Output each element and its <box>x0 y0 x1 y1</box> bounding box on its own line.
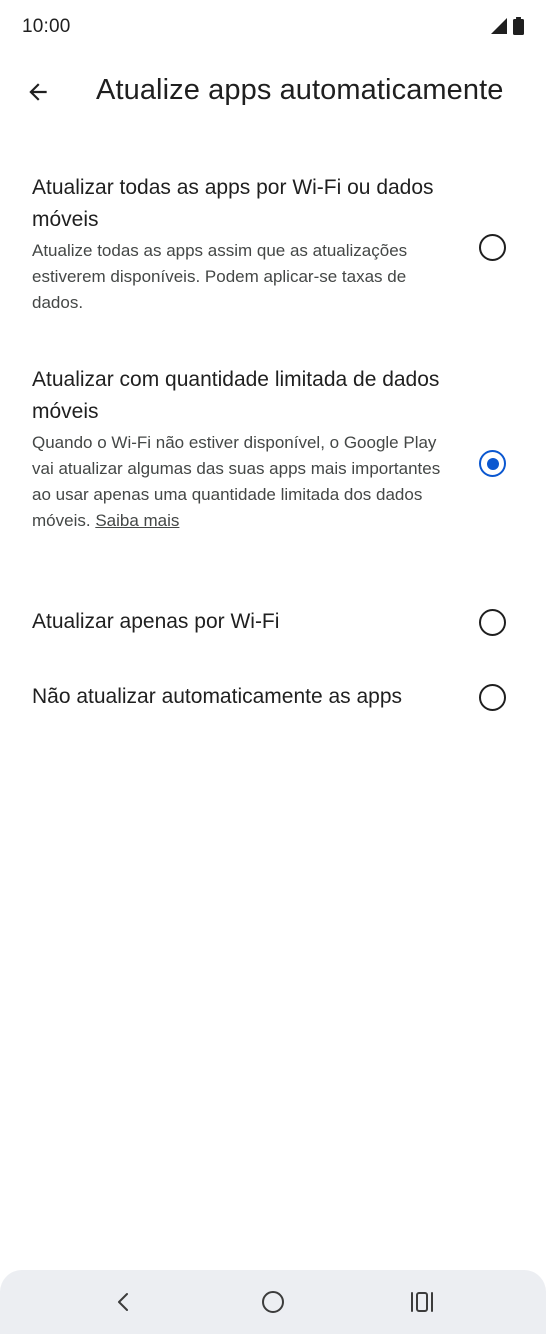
status-bar: 10:00 <box>0 0 546 56</box>
back-chevron-icon <box>118 1293 128 1311</box>
status-time: 10:00 <box>22 16 71 37</box>
back-button[interactable] <box>16 70 60 114</box>
option-title: Atualizar com quantidade limitada de dad… <box>32 368 440 423</box>
navigation-bar <box>0 1270 546 1334</box>
battery-icon <box>513 17 524 35</box>
radio-update-limited[interactable] <box>479 450 506 477</box>
learn-more-link[interactable]: Saiba mais <box>95 511 179 530</box>
recents-icon <box>411 1292 433 1312</box>
page-title: Atualize apps automaticamente <box>96 74 504 106</box>
option-description-text: Quando o Wi-Fi não estiver disponível, o… <box>32 433 441 530</box>
nav-back-button[interactable] <box>103 1282 143 1322</box>
radio-no-auto-update[interactable] <box>479 684 506 711</box>
nav-home-button[interactable] <box>253 1282 293 1322</box>
option-title: Não atualizar automaticamente as apps <box>32 685 403 708</box>
option-title: Atualizar todas as apps por Wi-Fi ou dad… <box>32 176 434 231</box>
option-description: Atualize todas as apps assim que as atua… <box>32 241 408 312</box>
option-update-limited-mobile-data[interactable]: Atualizar com quantidade limitada de dad… <box>0 364 546 564</box>
app-bar: Atualize apps automaticamente <box>0 62 546 122</box>
arrow-left-icon <box>29 83 47 101</box>
option-update-all-wifi-or-mobile[interactable]: Atualizar todas as apps por Wi-Fi ou dad… <box>0 172 546 332</box>
signal-icon <box>491 18 507 34</box>
nav-recents-button[interactable] <box>402 1282 442 1322</box>
status-icons <box>488 17 524 35</box>
radio-update-wifi-only[interactable] <box>479 609 506 636</box>
option-description: Quando o Wi-Fi não estiver disponível, o… <box>32 430 442 534</box>
home-circle-icon <box>262 1291 284 1313</box>
option-title: Atualizar apenas por Wi-Fi <box>32 610 280 633</box>
option-no-auto-update[interactable]: Não atualizar automaticamente as apps <box>0 681 546 715</box>
option-update-wifi-only[interactable]: Atualizar apenas por Wi-Fi <box>0 606 546 640</box>
radio-update-all[interactable] <box>479 234 506 261</box>
